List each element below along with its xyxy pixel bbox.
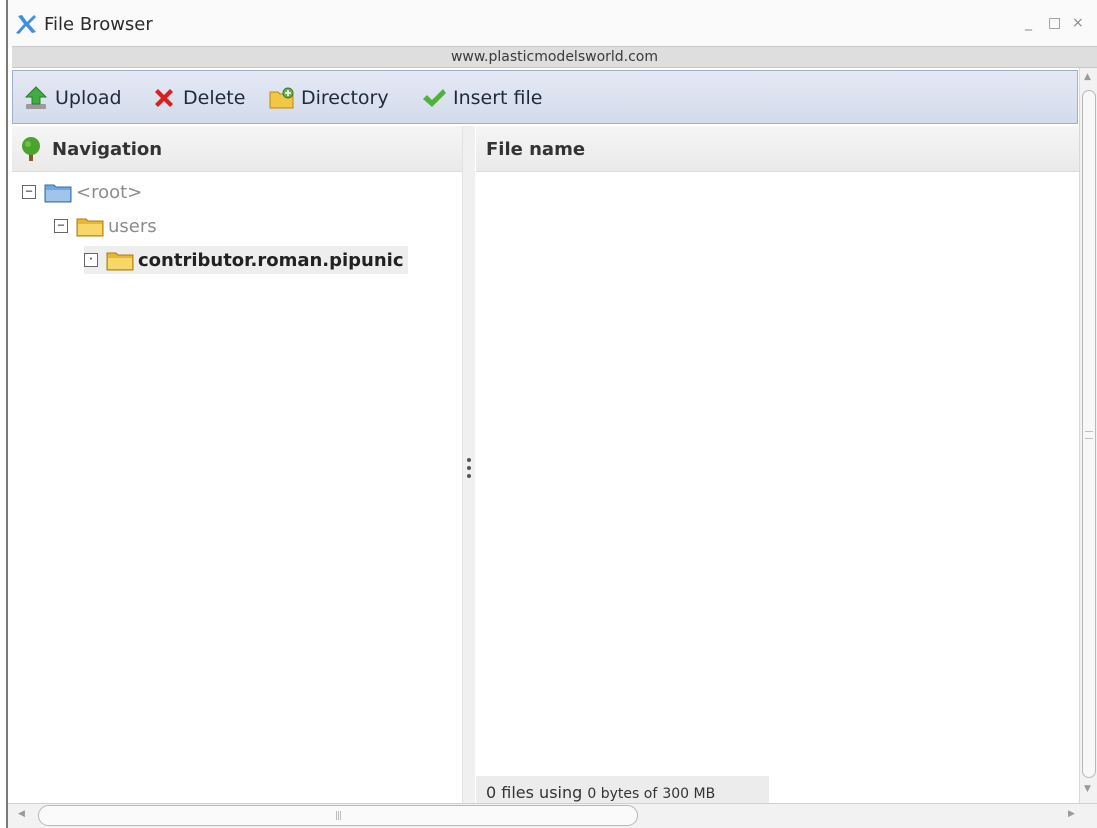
- vertical-scroll-thumb[interactable]: [1082, 90, 1096, 778]
- directory-label: Directory: [301, 87, 389, 109]
- tree-label[interactable]: <root>: [76, 182, 142, 203]
- horizontal-scroll-thumb[interactable]: |||: [38, 805, 638, 826]
- collapse-toggle[interactable]: −: [54, 219, 68, 233]
- file-list-panel: File name 0 files using 0 bytes of 300 M…: [476, 126, 1079, 803]
- delete-icon: [155, 89, 173, 107]
- maximize-button[interactable]: □: [1048, 15, 1061, 31]
- title-bar[interactable]: File Browser _ □ ×: [8, 0, 1097, 48]
- panel-splitter[interactable]: [463, 126, 475, 803]
- window-border: [6, 0, 8, 828]
- upload-button[interactable]: Upload: [23, 85, 122, 111]
- tree-node-contributor[interactable]: · contributor.roman.pipunic: [84, 246, 408, 274]
- scroll-grip: [1085, 431, 1093, 439]
- tree-label[interactable]: users: [108, 216, 157, 237]
- toolbar: Upload Delete Directory Insert file: [12, 70, 1078, 124]
- file-list-header: File name: [476, 126, 1079, 172]
- splitter-grip: [467, 474, 471, 478]
- new-folder-icon: [269, 87, 294, 109]
- splitter-grip: [467, 458, 471, 462]
- expand-toggle[interactable]: ·: [84, 253, 98, 267]
- url-bar: www.plasticmodelsworld.com: [12, 46, 1097, 68]
- navigation-header: Navigation: [12, 126, 462, 172]
- folder-icon: [76, 218, 104, 237]
- delete-label: Delete: [183, 87, 246, 109]
- horizontal-scrollbar[interactable]: ◀ ||| ▶: [8, 803, 1097, 828]
- scroll-right-icon[interactable]: ▶: [1068, 809, 1075, 819]
- folder-icon: [106, 252, 134, 271]
- root-folder-icon: [44, 184, 72, 203]
- insert-file-button[interactable]: Insert file: [421, 85, 542, 111]
- tree-label[interactable]: contributor.roman.pipunic: [138, 250, 404, 271]
- vertical-scrollbar[interactable]: ▲ ▼: [1079, 68, 1097, 803]
- splitter-grip: [467, 466, 471, 470]
- close-button[interactable]: ×: [1072, 15, 1084, 31]
- scroll-down-icon[interactable]: ▼: [1084, 784, 1091, 794]
- upload-icon: [24, 86, 48, 109]
- tree-node-root[interactable]: − <root>: [22, 178, 142, 206]
- storage-status: 0 files using 0 bytes of 300 MB: [476, 776, 769, 803]
- scroll-left-icon[interactable]: ◀: [18, 809, 25, 819]
- minimize-button[interactable]: _: [1025, 15, 1032, 31]
- window-title: File Browser: [44, 14, 153, 35]
- tree-node-users[interactable]: − users: [54, 212, 157, 240]
- scroll-up-icon[interactable]: ▲: [1084, 72, 1091, 82]
- file-name-column-header[interactable]: File name: [486, 139, 585, 160]
- checkmark-icon: [423, 89, 446, 107]
- file-browser-window: File Browser _ □ × www.plasticmodelsworl…: [0, 0, 1097, 828]
- scroll-grip: |||: [335, 811, 342, 821]
- app-icon: [16, 15, 36, 34]
- insert-file-label: Insert file: [453, 87, 543, 109]
- upload-label: Upload: [55, 87, 122, 109]
- status-quota: 300 MB: [662, 786, 716, 802]
- delete-button[interactable]: Delete: [151, 85, 245, 111]
- status-bytes: 0 bytes of: [587, 786, 658, 802]
- collapse-toggle[interactable]: −: [22, 185, 36, 199]
- navigation-panel: Navigation − <root> − users · contributo…: [12, 126, 463, 803]
- status-file-count: 0 files using: [486, 783, 583, 802]
- directory-button[interactable]: Directory: [269, 85, 389, 111]
- tree-icon: [22, 137, 40, 161]
- navigation-title: Navigation: [52, 139, 163, 160]
